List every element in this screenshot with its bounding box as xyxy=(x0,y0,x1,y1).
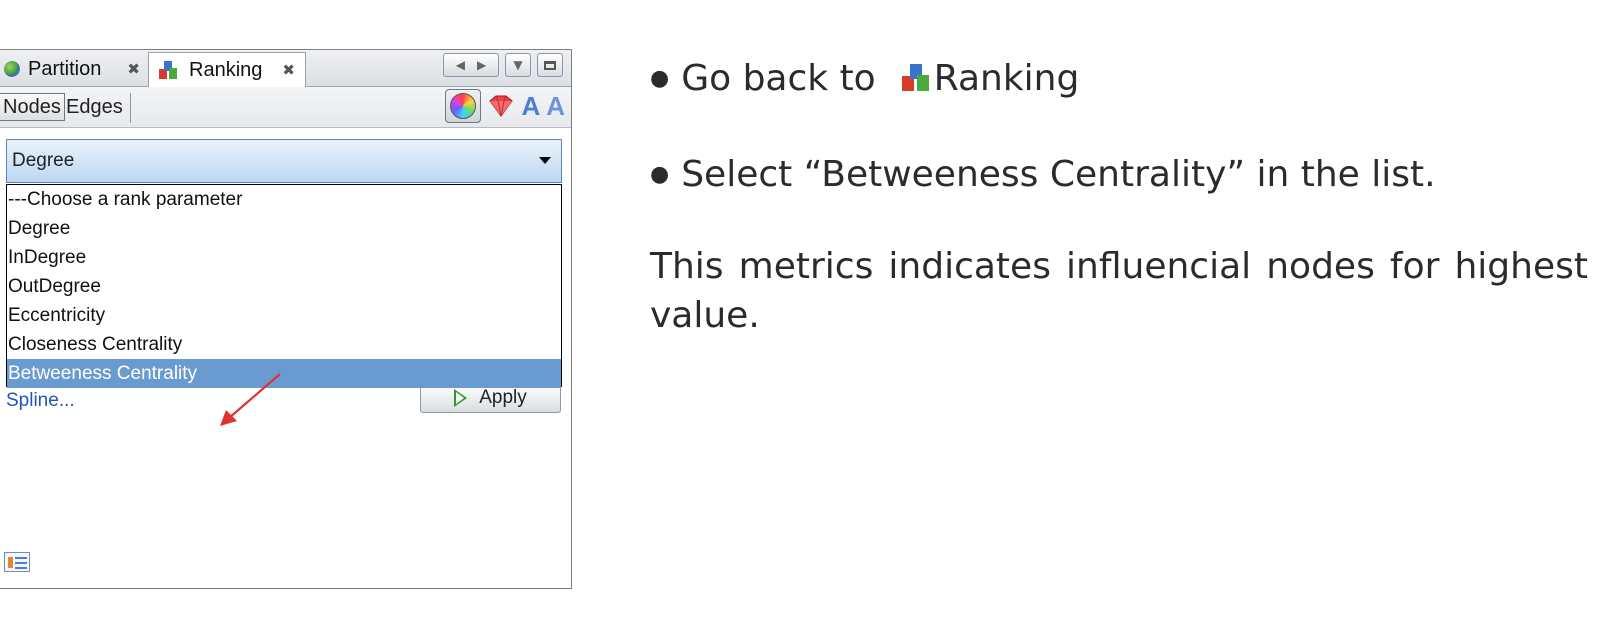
option-choose[interactable]: ---Choose a rank parameter xyxy=(7,185,561,214)
scroll-tabs-buttons[interactable]: ◀ ▶ xyxy=(443,53,499,77)
size-gem-icon[interactable] xyxy=(487,92,515,120)
label-color-icon[interactable]: A xyxy=(521,91,540,121)
partition-icon xyxy=(4,61,20,77)
result-list-icon[interactable] xyxy=(4,552,30,572)
play-icon xyxy=(454,389,468,407)
panel-tab-bar: Partition ✖ Ranking ✖ ◀ ▶ ▼ xyxy=(0,50,571,87)
option-degree[interactable]: Degree xyxy=(7,214,561,243)
ranking-icon xyxy=(159,61,177,79)
ranking-transformers: A A xyxy=(445,89,565,123)
tab-ranking[interactable]: Ranking ✖ xyxy=(148,52,306,87)
option-outdegree[interactable]: OutDegree xyxy=(7,272,561,301)
color-transformer-button[interactable] xyxy=(445,89,482,123)
tab-ranking-label: Ranking xyxy=(189,58,263,81)
option-closeness-centrality[interactable]: Closeness Centrality xyxy=(7,330,561,359)
bullet-dot: ● xyxy=(650,65,670,91)
tab-partition[interactable]: Partition ✖ xyxy=(0,52,148,86)
nodes-toggle[interactable]: Nodes xyxy=(0,93,65,121)
tab-partition-close-icon[interactable]: ✖ xyxy=(127,60,140,78)
ranking-toolbar: Nodes Edges A A xyxy=(0,87,571,128)
edges-toggle[interactable]: Edges xyxy=(63,93,126,121)
bullet-go-back: ● Go back to Ranking xyxy=(650,50,1079,106)
maximize-button[interactable] xyxy=(537,53,563,77)
color-wheel-icon xyxy=(450,93,477,119)
chevron-down-icon: ▼ xyxy=(513,58,523,72)
scroll-right-icon[interactable]: ▶ xyxy=(477,58,486,72)
spline-link[interactable]: Spline... xyxy=(6,390,75,412)
window-controls: ◀ ▶ ▼ xyxy=(443,53,563,77)
label-size-icon[interactable]: A xyxy=(546,91,565,121)
ranking-icon xyxy=(901,64,930,92)
annotation-arrow xyxy=(220,373,281,426)
rank-parameter-value: Degree xyxy=(12,150,75,171)
ranking-panel: Partition ✖ Ranking ✖ ◀ ▶ ▼ Nodes Edges … xyxy=(0,49,572,589)
toolbar-divider xyxy=(130,93,131,123)
tab-partition-label: Partition xyxy=(28,57,102,80)
bullet-select: ● Select “Betweeness Centrality” in the … xyxy=(650,146,1436,202)
rank-parameter-select[interactable]: Degree xyxy=(6,139,562,183)
maximize-icon xyxy=(544,60,556,70)
explanation-paragraph: This metrics indicates influencial nodes… xyxy=(650,246,1588,336)
bullet1-ranking-label: Ranking xyxy=(933,57,1080,99)
tab-list-button[interactable]: ▼ xyxy=(505,53,531,77)
option-eccentricity[interactable]: Eccentricity xyxy=(7,301,561,330)
bullet2-text: Select “Betweeness Centrality” in the li… xyxy=(681,153,1436,195)
option-indegree[interactable]: InDegree xyxy=(7,243,561,272)
scroll-left-icon[interactable]: ◀ xyxy=(456,58,465,72)
bullet1-text: Go back to xyxy=(681,57,876,99)
apply-label: Apply xyxy=(479,387,527,408)
rank-parameter-list: ---Choose a rank parameter Degree InDegr… xyxy=(6,184,562,388)
dropdown-arrow-icon[interactable] xyxy=(539,157,551,164)
tab-ranking-close-icon[interactable]: ✖ xyxy=(282,61,295,79)
bullet-dot: ● xyxy=(650,161,670,187)
